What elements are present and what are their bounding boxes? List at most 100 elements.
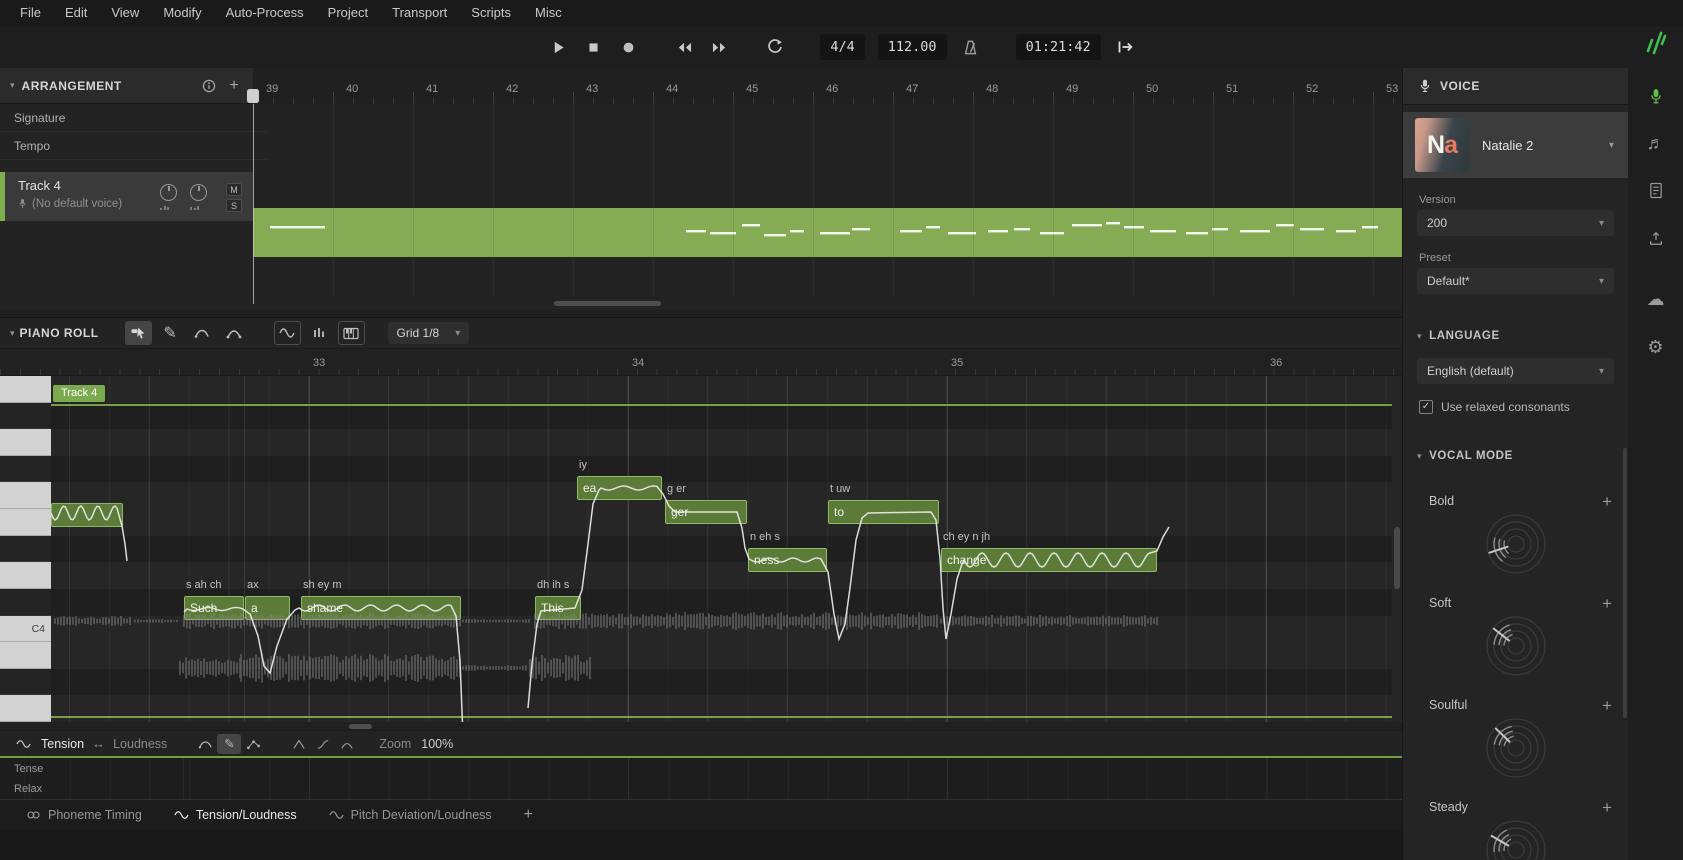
vocal-mode-knob[interactable] xyxy=(1478,710,1554,786)
info-icon[interactable] xyxy=(200,77,218,95)
tab-tension-loudness[interactable]: Tension/Loudness xyxy=(174,808,297,822)
relaxed-consonants-checkbox[interactable] xyxy=(1419,400,1433,414)
piano-roll-note[interactable]: This xyxy=(535,596,581,620)
stop-button[interactable] xyxy=(582,36,604,58)
playhead-handle[interactable] xyxy=(247,89,259,103)
shape-sigmoid-icon[interactable] xyxy=(311,734,335,754)
scroll-thumb[interactable] xyxy=(349,723,372,729)
curve-tool[interactable] xyxy=(189,321,216,345)
piano-roll-note[interactable]: ness xyxy=(748,548,827,572)
piano-key[interactable] xyxy=(0,509,51,536)
collapse-piano-roll-icon[interactable]: ▾ xyxy=(10,328,15,339)
scroll-thumb[interactable] xyxy=(554,301,661,306)
settings-gear-icon[interactable]: ⚙ xyxy=(1647,338,1663,356)
piano-roll-note[interactable]: to xyxy=(828,500,939,524)
cloud-icon[interactable]: ☁ xyxy=(1647,290,1665,308)
piano-roll-note[interactable]: ger xyxy=(665,500,747,524)
phoneme-label[interactable]: sh ey m xyxy=(303,579,342,591)
metronome-icon[interactable] xyxy=(960,36,982,58)
piano-roll-vscrollbar[interactable] xyxy=(1394,527,1400,589)
tab-phoneme-timing[interactable]: Phoneme Timing xyxy=(26,808,142,822)
param-curve-tool[interactable] xyxy=(193,734,217,754)
mute-button[interactable]: M xyxy=(226,183,242,196)
pointer-tool[interactable] xyxy=(124,321,152,345)
shape-peak-icon[interactable] xyxy=(287,734,311,754)
piano-key[interactable] xyxy=(0,402,51,430)
playback-follow-icon[interactable] xyxy=(1114,36,1136,58)
menu-view[interactable]: View xyxy=(99,0,151,26)
note-properties-icon[interactable]: ♬ xyxy=(1647,134,1665,152)
add-mode-button[interactable]: + xyxy=(1602,696,1612,716)
phoneme-label[interactable]: t uw xyxy=(830,483,850,495)
piano-roll-note[interactable] xyxy=(51,503,123,527)
language-dropdown[interactable]: English (default) xyxy=(1417,358,1614,384)
phoneme-label[interactable]: n eh s xyxy=(750,531,780,543)
loudness-tab[interactable]: Loudness xyxy=(113,737,167,751)
track-header[interactable]: Track 4 (No default voice) M S xyxy=(0,172,253,221)
piano-roll-note[interactable]: change xyxy=(941,548,1157,572)
tempo-display[interactable]: 112.00 xyxy=(877,34,947,60)
pencil-tool[interactable]: ✎ xyxy=(157,321,184,345)
preset-dropdown[interactable]: Default* xyxy=(1417,268,1614,294)
piano-key[interactable] xyxy=(0,668,51,696)
collapse-arrangement-icon[interactable]: ▾ xyxy=(10,80,15,91)
loudness-view-toggle[interactable] xyxy=(306,321,333,345)
fast-forward-button[interactable] xyxy=(708,36,730,58)
menu-modify[interactable]: Modify xyxy=(151,0,213,26)
timecode-display[interactable]: 01:21:42 xyxy=(1015,34,1101,60)
language-section-header[interactable]: LANGUAGE xyxy=(1417,330,1500,342)
rewind-button[interactable] xyxy=(673,36,695,58)
arrangement-ruler[interactable]: 39 40 41 42 43 44 45 46 47 48 49 50 51 52 53 xyxy=(253,68,1402,105)
track-volume-knob[interactable] xyxy=(160,184,177,201)
menu-misc[interactable]: Misc xyxy=(523,0,574,26)
tab-pitch-deviation-loudness[interactable]: Pitch Deviation/Loudness xyxy=(328,808,492,822)
grid-size-dropdown[interactable]: Grid 1/8 xyxy=(387,322,470,344)
add-mode-button[interactable]: + xyxy=(1602,594,1612,614)
version-dropdown[interactable]: 200 xyxy=(1417,210,1614,236)
piano-roll-note[interactable]: shame xyxy=(301,596,461,620)
play-button[interactable] xyxy=(547,36,569,58)
phoneme-label[interactable]: s ah ch xyxy=(186,579,221,591)
time-signature-display[interactable]: 4/4 xyxy=(820,34,865,60)
piano-roll-note[interactable]: a xyxy=(245,596,290,620)
piano-key[interactable] xyxy=(0,695,51,722)
zoom-value[interactable]: 100% xyxy=(421,737,453,751)
piano-roll-hscroll[interactable] xyxy=(0,722,1402,730)
piano-key[interactable] xyxy=(0,376,51,403)
piano-key[interactable] xyxy=(0,455,51,483)
piano-key[interactable] xyxy=(0,535,51,563)
vocal-mode-knob[interactable] xyxy=(1478,608,1554,684)
arrangement-hscrollbar[interactable] xyxy=(253,299,1402,308)
menu-transport[interactable]: Transport xyxy=(380,0,459,26)
menu-edit[interactable]: Edit xyxy=(53,0,99,26)
piano-roll-note[interactable]: ea xyxy=(577,476,662,500)
add-track-button[interactable]: + xyxy=(225,77,243,95)
piano-key[interactable] xyxy=(0,588,51,616)
vocal-mode-knob[interactable] xyxy=(1478,812,1554,860)
parameter-panel-icon[interactable] xyxy=(16,738,31,750)
add-parameter-tab-button[interactable]: + xyxy=(524,806,533,824)
menu-auto-process[interactable]: Auto-Process xyxy=(214,0,316,26)
piano-roll-note[interactable]: Such xyxy=(184,596,244,620)
active-track-chip[interactable]: Track 4 xyxy=(53,385,106,402)
voice-panel-icon[interactable] xyxy=(1649,88,1663,106)
piano-roll-ruler[interactable]: 33 34 35 36 xyxy=(0,349,1402,376)
phoneme-label[interactable]: iy xyxy=(579,459,587,471)
piano-key[interactable] xyxy=(0,562,51,589)
lyrics-panel-icon[interactable] xyxy=(1648,182,1663,199)
track-clip[interactable] xyxy=(253,208,1402,257)
piano-key[interactable] xyxy=(0,482,51,510)
vocal-mode-section-header[interactable]: VOCAL MODE xyxy=(1417,450,1513,462)
phoneme-label[interactable]: g er xyxy=(667,483,686,495)
tension-tab[interactable]: Tension xyxy=(41,737,84,751)
menu-project[interactable]: Project xyxy=(316,0,380,26)
menu-file[interactable]: File xyxy=(8,0,53,26)
keyboard-view-toggle[interactable] xyxy=(337,321,365,345)
parameter-area[interactable]: Tense Relax xyxy=(0,756,1402,800)
record-button[interactable] xyxy=(617,36,639,58)
voice-selector[interactable]: Na Natalie 2 ▾ xyxy=(1403,112,1628,178)
shape-arch-icon[interactable] xyxy=(335,734,359,754)
param-pencil-tool[interactable]: ✎ xyxy=(217,733,242,754)
piano-key[interactable] xyxy=(0,642,51,669)
vocal-mode-knob[interactable] xyxy=(1478,506,1554,582)
